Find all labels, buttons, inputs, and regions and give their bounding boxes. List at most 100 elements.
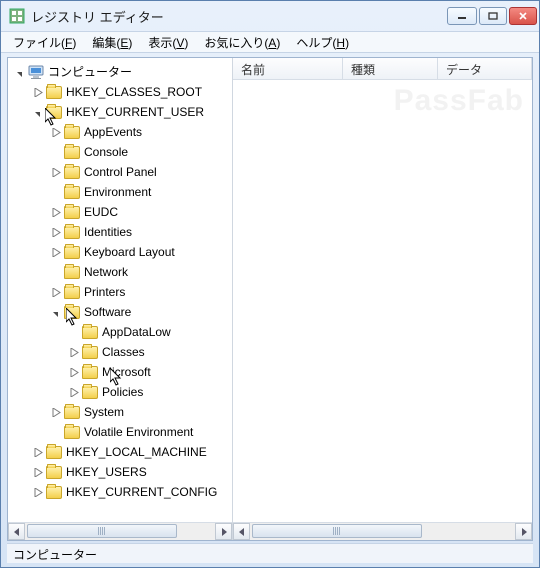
tree-node[interactable]: Identities [10,222,232,242]
scroll-thumb[interactable] [27,524,177,538]
tree-node[interactable]: Network [10,262,232,282]
menu-help[interactable]: ヘルプ(H) [288,32,357,53]
menu-view[interactable]: 表示(V) [140,32,196,53]
tree-node-label: HKEY_CURRENT_USER [66,102,204,122]
tree-node[interactable]: EUDC [10,202,232,222]
status-text: コンピューター [13,548,97,562]
column-name[interactable]: 名前 [233,58,343,79]
expand-icon[interactable] [32,446,44,458]
expand-icon[interactable] [68,366,80,378]
folder-icon [82,366,98,379]
scroll-track[interactable] [250,523,515,540]
tree-node-label: EUDC [84,202,118,222]
tree-node[interactable]: コンピューター [10,62,232,82]
statusbar: コンピューター [7,543,533,563]
scroll-right-button[interactable] [215,523,232,540]
tree-node-label: Keyboard Layout [84,242,175,262]
scroll-track[interactable] [25,523,215,540]
tree-node[interactable]: Console [10,142,232,162]
tree-hscrollbar[interactable] [8,522,232,540]
tree-node[interactable]: Printers [10,282,232,302]
folder-icon [64,246,80,259]
folder-icon [64,126,80,139]
watermark: PassFab [394,84,524,118]
list-pane: 名前 種類 データ PassFab [233,58,532,540]
folder-icon [64,426,80,439]
tree-node[interactable]: HKEY_LOCAL_MACHINE [10,442,232,462]
folder-icon [46,86,62,99]
collapse-icon[interactable] [50,306,62,318]
tree-pane: コンピューターHKEY_CLASSES_ROOTHKEY_CURRENT_USE… [8,58,233,540]
computer-icon [28,65,44,79]
list-body[interactable]: PassFab [233,80,532,522]
column-data[interactable]: データ [438,58,532,79]
tree-node[interactable]: AppEvents [10,122,232,142]
tree-node-label: System [84,402,124,422]
expand-icon[interactable] [32,466,44,478]
folder-icon [82,326,98,339]
folder-icon [64,206,80,219]
tree-node[interactable]: Volatile Environment [10,422,232,442]
menu-edit[interactable]: 編集(E) [84,32,140,53]
folder-icon [64,286,80,299]
tree-node-label: Environment [84,182,151,202]
titlebar[interactable]: レジストリ エディター [1,1,539,31]
tree-node-label: Console [84,142,128,162]
tree-node[interactable]: HKEY_CURRENT_USER [10,102,232,122]
registry-tree[interactable]: コンピューターHKEY_CLASSES_ROOTHKEY_CURRENT_USE… [8,58,232,522]
tree-node[interactable]: Environment [10,182,232,202]
expand-icon[interactable] [50,286,62,298]
tree-node[interactable]: Classes [10,342,232,362]
expand-icon[interactable] [50,246,62,258]
scroll-thumb[interactable] [252,524,422,538]
scroll-left-button[interactable] [233,523,250,540]
tree-node-label: AppEvents [84,122,142,142]
tree-node[interactable]: System [10,402,232,422]
tree-node-label: HKEY_USERS [66,462,147,482]
tree-node[interactable]: Control Panel [10,162,232,182]
tree-node[interactable]: Policies [10,382,232,402]
folder-icon [82,346,98,359]
tree-node[interactable]: HKEY_CLASSES_ROOT [10,82,232,102]
expand-icon[interactable] [50,166,62,178]
close-button[interactable] [509,7,537,25]
folder-icon [64,226,80,239]
folder-icon [46,466,62,479]
expand-icon[interactable] [50,206,62,218]
minimize-button[interactable] [447,7,477,25]
tree-node-label: Classes [102,342,145,362]
expand-icon[interactable] [32,486,44,498]
expand-icon[interactable] [50,126,62,138]
folder-icon [64,166,80,179]
tree-node-label: Identities [84,222,132,242]
column-type[interactable]: 種類 [343,58,438,79]
tree-node[interactable]: AppDataLow [10,322,232,342]
tree-node[interactable]: Microsoft [10,362,232,382]
scroll-left-button[interactable] [8,523,25,540]
tree-node-label: Volatile Environment [84,422,193,442]
tree-node[interactable]: Keyboard Layout [10,242,232,262]
scroll-right-button[interactable] [515,523,532,540]
expand-icon[interactable] [32,86,44,98]
app-icon [9,8,25,24]
menu-file[interactable]: ファイル(F) [5,32,84,53]
folder-icon [82,386,98,399]
tree-node[interactable]: HKEY_CURRENT_CONFIG [10,482,232,502]
collapse-icon[interactable] [32,106,44,118]
expand-icon[interactable] [50,406,62,418]
folder-icon [64,146,80,159]
list-header: 名前 種類 データ [233,58,532,80]
tree-node[interactable]: Software [10,302,232,322]
expand-icon[interactable] [50,226,62,238]
tree-node[interactable]: HKEY_USERS [10,462,232,482]
menu-favorites[interactable]: お気に入り(A) [196,32,288,53]
maximize-button[interactable] [479,7,507,25]
expand-icon[interactable] [68,386,80,398]
list-hscrollbar[interactable] [233,522,532,540]
expand-icon[interactable] [68,346,80,358]
collapse-icon[interactable] [14,66,26,78]
tree-node-label: Control Panel [84,162,157,182]
client-area: コンピューターHKEY_CLASSES_ROOTHKEY_CURRENT_USE… [7,57,533,541]
window-title: レジストリ エディター [31,7,447,26]
tree-node-label: Microsoft [102,362,151,382]
